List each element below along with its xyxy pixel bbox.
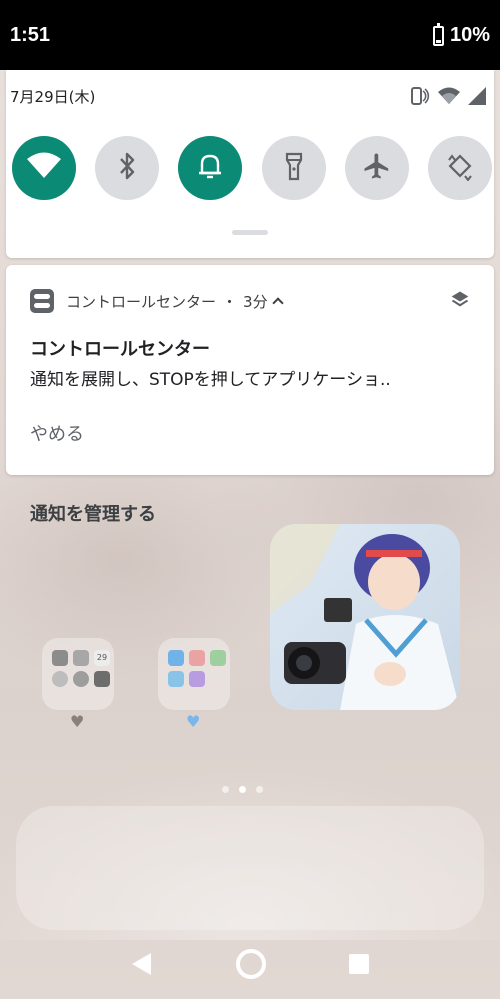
heart-icon: ♥ <box>186 712 201 731</box>
qs-status-icons <box>406 84 486 112</box>
flashlight-tile[interactable] <box>261 136 326 200</box>
notification-title: コントロールセンター <box>30 339 210 360</box>
wifi-icon <box>27 152 61 184</box>
game-app-icon <box>210 650 226 666</box>
calendar-app-icon: 29 <box>94 650 110 666</box>
clock-app-icon <box>52 671 68 687</box>
clock: 1:51 <box>10 24 51 46</box>
page-dot <box>222 786 229 793</box>
app-folder-1[interactable]: 29 <box>42 638 114 710</box>
notification-card[interactable]: コントロールセンター ・ 3分 コントロールセンター 通知を展開し、STOPを押… <box>6 265 494 475</box>
bluetooth-icon <box>117 151 137 185</box>
page-indicator <box>222 786 263 793</box>
vibrate-ring-icon <box>406 84 430 112</box>
notification-app-name: コントロールセンター <box>66 292 217 311</box>
page-dot-active <box>239 786 246 793</box>
status-bar: 1:51 10% <box>0 0 500 70</box>
back-icon[interactable] <box>129 951 155 981</box>
settings-app-icon <box>73 671 89 687</box>
flashlight-icon <box>284 151 304 185</box>
calculator-app-icon <box>73 650 89 666</box>
notification-sound-tile[interactable] <box>178 136 243 200</box>
chevron-up-icon[interactable] <box>271 297 284 309</box>
twitter-app-icon <box>168 650 184 666</box>
quick-settings-tiles <box>12 136 492 200</box>
app-folder-2[interactable] <box>158 638 230 710</box>
page-dot <box>256 786 263 793</box>
tiktok-app-icon <box>94 671 110 687</box>
airplane-icon <box>362 151 392 185</box>
game-app-icon <box>189 650 205 666</box>
battery-icon <box>432 22 444 46</box>
auto-rotate-tile[interactable] <box>427 136 492 200</box>
stop-action-button[interactable]: やめる <box>30 420 84 446</box>
bell-icon <box>197 151 223 185</box>
heart-icon: ♥ <box>70 712 85 731</box>
navigation-bar <box>0 932 500 999</box>
wifi-tile[interactable] <box>12 136 76 200</box>
photo-widget[interactable] <box>270 524 460 710</box>
bluetooth-tile[interactable] <box>95 136 160 200</box>
airplane-mode-tile[interactable] <box>344 136 409 200</box>
recents-icon[interactable] <box>347 952 371 980</box>
quick-settings-panel: 7月29日(木) <box>6 70 494 258</box>
notification-body: 通知を展開し、STOPを押してアプリケーショ.. <box>30 370 391 390</box>
wifi-signal-icon <box>438 87 460 109</box>
auto-rotate-icon <box>445 151 475 185</box>
cell-signal-icon <box>468 87 486 109</box>
camera-app-icon <box>52 650 68 666</box>
battery-percent: 10% <box>449 24 490 46</box>
manage-notifications-button[interactable]: 通知を管理する <box>30 500 156 526</box>
instagram-app-icon <box>189 671 205 687</box>
dock <box>16 806 484 930</box>
toggles-app-icon <box>30 289 54 313</box>
qs-expand-handle[interactable] <box>232 230 268 235</box>
layers-icon[interactable] <box>450 289 470 313</box>
notification-header[interactable]: コントロールセンター ・ 3分 <box>30 289 284 313</box>
cloud-app-icon <box>168 671 184 687</box>
notification-time: 3分 <box>243 292 268 311</box>
home-icon[interactable] <box>234 947 268 985</box>
battery-indicator: 10% <box>432 22 490 47</box>
notification-separator: ・ <box>222 292 238 311</box>
qs-date[interactable]: 7月29日(木) <box>10 86 95 107</box>
